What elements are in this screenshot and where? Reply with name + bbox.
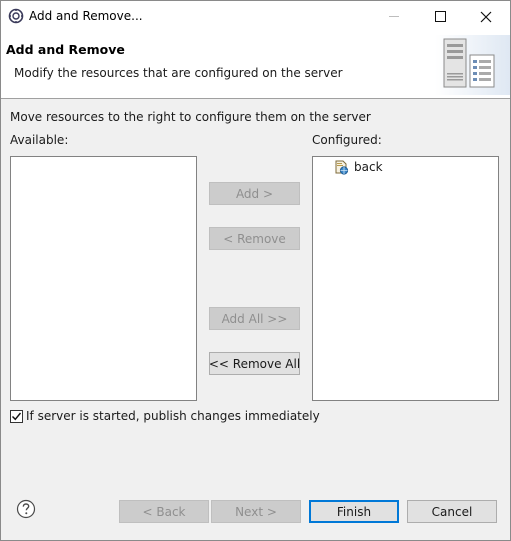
back-button[interactable]: < Back (119, 500, 209, 523)
maximize-button[interactable] (417, 1, 463, 32)
add-button[interactable]: Add > (209, 182, 300, 205)
close-button[interactable] (463, 1, 509, 32)
finish-button[interactable]: Finish (309, 500, 399, 523)
help-icon[interactable] (16, 499, 36, 519)
configured-item-back[interactable]: back (333, 158, 383, 176)
publish-checkbox[interactable] (10, 410, 23, 423)
minimize-button[interactable] (371, 1, 417, 32)
publish-checkbox-label[interactable]: If server is started, publish changes im… (26, 409, 320, 423)
checkmark-icon (12, 412, 22, 421)
dialog-window: Add and Remove... Add and Remove Modify … (0, 0, 511, 541)
banner-title: Add and Remove (6, 42, 125, 57)
available-list[interactable] (10, 156, 197, 401)
cancel-button[interactable]: Cancel (407, 500, 497, 523)
title-bar: Add and Remove... (1, 1, 510, 32)
minimize-icon (389, 16, 399, 17)
web-module-icon (335, 160, 349, 175)
header-banner: Add and Remove Modify the resources that… (1, 32, 510, 99)
window-title: Add and Remove... (29, 9, 143, 23)
next-button[interactable]: Next > (211, 500, 301, 523)
server-icon (435, 35, 510, 95)
add-all-button[interactable]: Add All >> (209, 307, 300, 330)
remove-button[interactable]: < Remove (209, 227, 300, 250)
banner-description: Modify the resources that are configured… (14, 66, 343, 80)
available-label: Available: (10, 133, 69, 147)
close-icon (480, 11, 492, 22)
maximize-icon (434, 11, 446, 22)
instruction-text: Move resources to the right to configure… (10, 110, 371, 124)
configured-list[interactable]: back (312, 156, 499, 401)
configured-label: Configured: (312, 133, 382, 147)
eclipse-app-icon (8, 8, 24, 24)
remove-all-button[interactable]: << Remove All (209, 352, 300, 375)
configured-item-label: back (354, 160, 383, 174)
